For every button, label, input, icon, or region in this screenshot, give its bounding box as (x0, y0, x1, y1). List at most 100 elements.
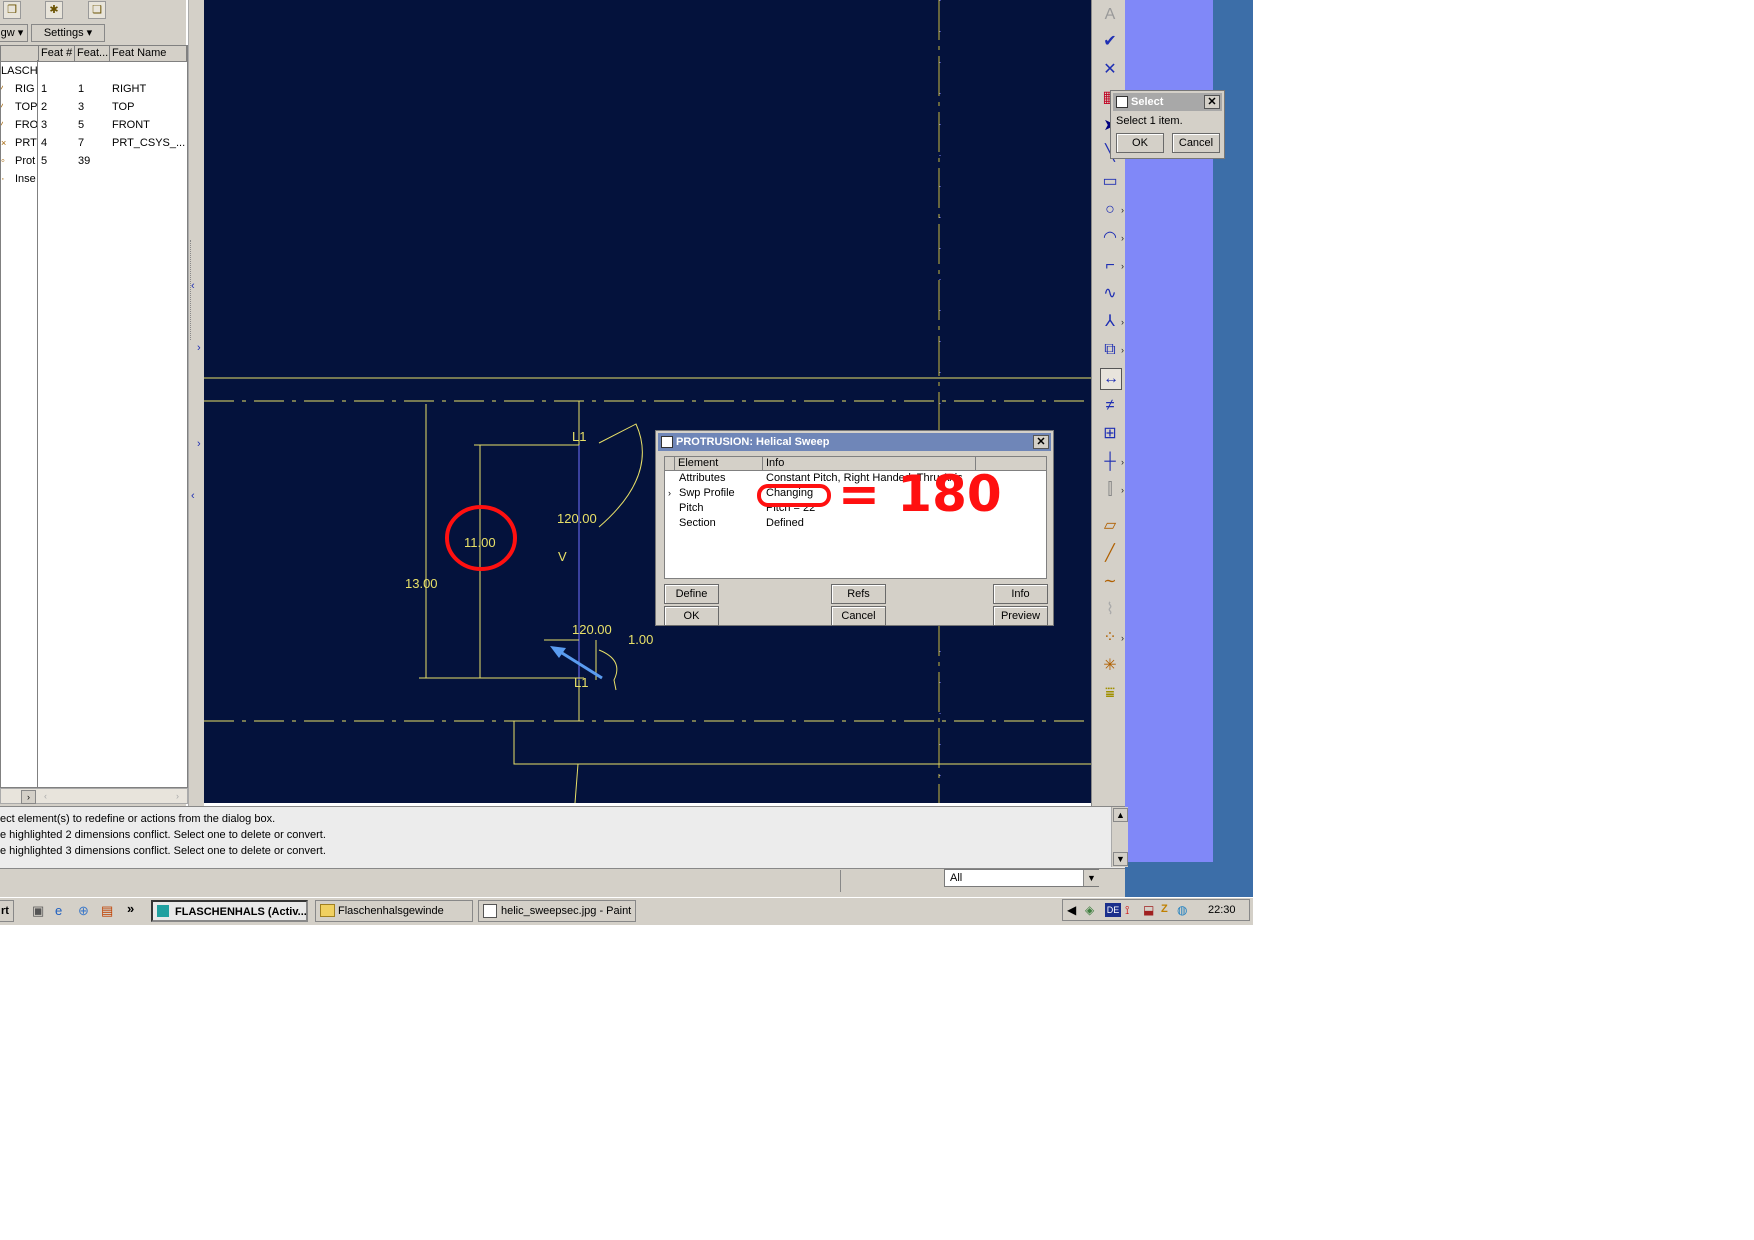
ok-button[interactable]: OK (664, 606, 719, 626)
trim-icon[interactable]: ┼ (1100, 452, 1120, 472)
direction-arrowhead (550, 646, 566, 658)
dimension-1[interactable]: 1.00 (628, 632, 653, 647)
security-icon[interactable]: ⬓ (1143, 903, 1154, 917)
close-icon[interactable]: ✕ (1204, 95, 1220, 109)
copy-icon[interactable]: ❐ (3, 1, 21, 19)
spline-icon[interactable]: ∿ (1100, 284, 1120, 304)
arc-icon[interactable]: ◠ (1100, 228, 1120, 248)
dimension-13[interactable]: 13.00 (405, 576, 438, 591)
column-header-feat-id[interactable]: Feat... (75, 46, 110, 62)
chevron-right-icon[interactable]: › (1121, 345, 1124, 355)
scroll-right-icon[interactable]: › (21, 790, 36, 804)
chevron-right-icon[interactable]: › (1121, 317, 1124, 327)
new-folder-icon[interactable]: ✱ (45, 1, 63, 19)
column-header-feat-no[interactable]: Feat # (39, 46, 75, 62)
rectangle-icon[interactable]: ▭ (1100, 172, 1120, 192)
language-indicator[interactable]: DE (1105, 903, 1121, 917)
network-icon[interactable]: ⊕ (78, 903, 89, 919)
analysis-icon[interactable]: ⩸ (1100, 684, 1120, 704)
browser-icon[interactable]: e (55, 903, 62, 918)
dialog-title-bar[interactable]: PROTRUSION: Helical Sweep ✕ (658, 433, 1051, 451)
dialog-title-bar[interactable]: Select ✕ (1113, 93, 1222, 111)
globe-icon[interactable]: ◍ (1177, 903, 1187, 917)
element-name: Pitch (679, 502, 704, 514)
model-tree-list[interactable]: Feat # Feat... Feat Name LASCH ⁄ RIG 1 1… (0, 45, 188, 788)
angle-arc (598, 423, 643, 528)
app-launcher-icon[interactable]: ▤ (101, 903, 113, 919)
scroll-left-icon[interactable]: ‹ (39, 790, 52, 802)
dimension-icon[interactable]: ↔ (1100, 368, 1122, 390)
datum-point-icon[interactable]: ⁘ (1100, 628, 1120, 648)
antivirus-icon[interactable]: ⟟ (1125, 903, 1129, 918)
clock: 22:30 (1208, 904, 1236, 916)
chevron-right-icon[interactable]: › (1121, 233, 1124, 243)
volume-icon[interactable]: ◀ (1067, 903, 1076, 917)
use-edge-icon[interactable]: ⧉ (1100, 340, 1120, 360)
task-flaschenhals[interactable]: FLASCHENHALS (Activ... (151, 900, 308, 922)
show-menu-button[interactable]: gw ▾ (0, 24, 28, 42)
tree-item-name: PRT (15, 137, 37, 149)
ok-button[interactable]: OK (1116, 133, 1164, 153)
selection-filter[interactable]: All (944, 869, 1099, 887)
constraint-icon[interactable]: ⊞ (1100, 424, 1120, 444)
scroll-down-icon[interactable]: ▼ (1113, 852, 1128, 866)
define-button[interactable]: Define (664, 584, 719, 604)
preview-button[interactable]: Preview (993, 606, 1048, 626)
tree-horizontal-scrollbar[interactable]: › ‹ › (0, 788, 188, 804)
model-tree-root[interactable]: LASCH (1, 64, 38, 79)
za-icon[interactable]: Z (1161, 903, 1168, 915)
datum-plane-icon: ⁄ (1, 101, 3, 113)
more-icon[interactable]: » (127, 901, 134, 916)
refs-button[interactable]: Refs (831, 584, 886, 604)
task-paint[interactable]: helic_sweepsec.jpg - Paint (478, 900, 636, 922)
chevron-right-icon[interactable]: › (1121, 633, 1124, 643)
close-icon[interactable]: ✕ (1033, 435, 1049, 449)
chevron-down-icon[interactable]: ▼ (1083, 870, 1099, 886)
datum-curve-icon[interactable]: ∼ (1100, 572, 1120, 592)
panel-splitter[interactable]: ‹ › › ‹ (188, 0, 204, 808)
collapse-left-icon[interactable]: ‹ (191, 280, 195, 292)
column-header-feat-name[interactable]: Feat Name (110, 46, 187, 62)
circle-icon[interactable]: ○ (1100, 200, 1120, 220)
sketch-curve-icon[interactable]: ⌇ (1100, 600, 1120, 620)
coordinate-system-icon[interactable]: ✳ (1100, 656, 1120, 676)
fillet-icon[interactable]: ⌐ (1100, 256, 1120, 276)
datum-plane-icon[interactable]: ▱ (1100, 516, 1120, 536)
check-icon[interactable]: ✔ (1100, 32, 1120, 52)
layers-icon[interactable]: ❏ (88, 1, 106, 19)
expand-right-icon[interactable]: › (197, 342, 201, 354)
datum-axis-icon[interactable]: ╱ (1100, 544, 1120, 564)
close-icon[interactable]: ✕ (1100, 60, 1120, 80)
collapse-left-icon[interactable]: ‹ (191, 490, 195, 502)
dimension-angle-top[interactable]: 120.00 (557, 511, 597, 526)
cancel-button[interactable]: Cancel (1172, 133, 1220, 153)
network-tray-icon[interactable]: ◈ (1085, 903, 1094, 917)
chevron-right-icon[interactable]: › (1121, 205, 1124, 215)
feat-id: 1 (78, 83, 85, 95)
column-header-blank (1, 46, 39, 62)
text-icon[interactable]: A (1100, 5, 1120, 25)
graphics-window[interactable]: 13.00 11.00 120.00 120.00 1.00 L1 V L1 (204, 0, 1091, 803)
dimension-11[interactable]: 11.00 (464, 535, 496, 550)
info-button[interactable]: Info (993, 584, 1048, 604)
sketch-canvas[interactable]: 13.00 11.00 120.00 120.00 1.00 L1 V L1 (204, 0, 1091, 803)
point-icon[interactable]: ⅄ (1100, 312, 1120, 332)
task-folder[interactable]: Flaschenhalsgewinde (315, 900, 473, 922)
chevron-right-icon[interactable]: › (1121, 261, 1124, 271)
mirror-icon[interactable]: ⫿ (1100, 480, 1120, 500)
message-scrollbar[interactable]: ▲ ▼ (1111, 807, 1128, 867)
show-desktop-icon[interactable]: ▣ (32, 903, 44, 919)
start-button[interactable]: rt (0, 900, 14, 922)
settings-menu-label: Settings (43, 27, 84, 39)
chevron-right-icon[interactable]: › (1121, 485, 1124, 495)
column-header-element: Element (675, 457, 763, 471)
settings-menu-button[interactable]: Settings ▾ (31, 24, 105, 42)
scroll-right-end-icon[interactable]: › (171, 790, 184, 802)
cancel-button[interactable]: Cancel (831, 606, 886, 626)
folder-icon (320, 904, 335, 917)
dimension-angle-bottom[interactable]: 120.00 (572, 622, 612, 637)
scroll-up-icon[interactable]: ▲ (1113, 808, 1128, 822)
chevron-right-icon[interactable]: › (1121, 457, 1124, 467)
modify-icon[interactable]: ≠ (1100, 396, 1120, 416)
expand-right-icon[interactable]: › (197, 438, 201, 450)
